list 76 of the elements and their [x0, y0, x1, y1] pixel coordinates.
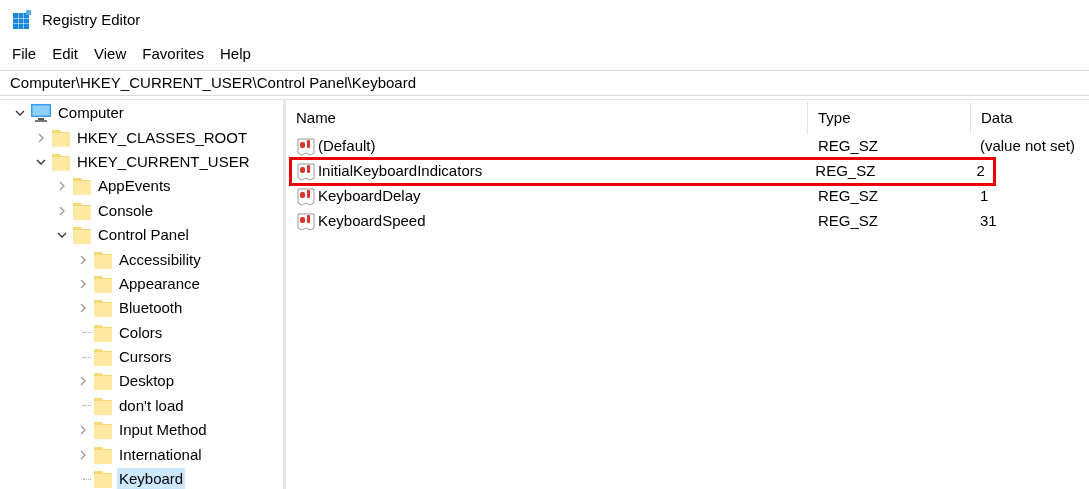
tree-item[interactable]: HKEY_CURRENT_USER	[75, 150, 252, 173]
folder-icon	[72, 225, 92, 246]
value-data: 1	[978, 186, 990, 207]
string-value-icon	[296, 137, 315, 156]
value-name: InitialKeyboardIndicators	[317, 161, 483, 182]
menu-item[interactable]: Favorites	[134, 42, 212, 66]
tree-item[interactable]: Input Method	[117, 419, 209, 442]
value-data: 2	[975, 161, 986, 182]
chevron-right-icon[interactable]	[36, 132, 46, 143]
tree-connector	[83, 332, 91, 334]
highlight-box[interactable]: InitialKeyboardIndicators REG_SZ 2	[290, 159, 994, 184]
value-type: REG_SZ	[816, 136, 879, 157]
folder-icon	[72, 200, 92, 221]
value-data: 31	[978, 211, 998, 232]
value-name: (Default)	[317, 136, 376, 157]
tree-item[interactable]: don't load	[117, 394, 186, 417]
tree-item[interactable]: Control Panel	[96, 224, 191, 247]
tree-item[interactable]: Accessibility	[117, 248, 203, 271]
value-type: REG_SZ	[816, 186, 879, 207]
tree-item[interactable]: Bluetooth	[117, 297, 185, 320]
value-type: REG_SZ	[816, 211, 879, 232]
column-header[interactable]: Type	[807, 102, 971, 134]
value-name: KeyboardSpeed	[317, 211, 426, 232]
menu-item[interactable]: File	[4, 42, 45, 66]
column-header[interactable]: Data	[970, 102, 1089, 134]
tree-connector	[83, 405, 91, 407]
folder-icon	[93, 322, 113, 343]
menu-item[interactable]: Help	[211, 42, 259, 66]
tree-item[interactable]: Console	[96, 199, 156, 222]
value-type: REG_SZ	[814, 161, 877, 182]
chevron-right-icon[interactable]	[78, 278, 88, 289]
chevron-right-icon[interactable]	[57, 181, 67, 192]
folder-icon	[93, 371, 113, 392]
string-value-icon	[296, 212, 315, 231]
tree-item[interactable]: HKEY_CLASSES_ROOT	[75, 126, 250, 149]
chevron-right-icon[interactable]	[78, 449, 88, 460]
value-name: KeyboardDelay	[317, 186, 421, 207]
folder-icon	[93, 298, 113, 319]
tree-item[interactable]: Desktop	[117, 370, 177, 393]
value-row[interactable]: (Default) REG_SZ (value not set)	[290, 134, 1084, 159]
menu-item[interactable]: View	[86, 42, 135, 66]
tree-connector	[83, 356, 91, 358]
value-data: (value not set)	[978, 136, 1076, 157]
tree-item[interactable]: Colors	[117, 321, 165, 344]
tree-item[interactable]: AppEvents	[96, 175, 173, 198]
chevron-right-icon[interactable]	[57, 205, 67, 216]
folder-icon	[51, 127, 71, 148]
app-icon	[12, 10, 32, 30]
menu-item[interactable]: Edit	[44, 42, 87, 66]
value-row[interactable]: KeyboardDelay REG_SZ 1	[290, 184, 1084, 209]
tree-item[interactable]: Computer	[56, 102, 126, 125]
folder-icon	[93, 469, 113, 489]
tree-item[interactable]: Keyboard	[117, 468, 186, 489]
tree-item[interactable]: Appearance	[117, 272, 202, 295]
folder-icon	[93, 249, 113, 270]
folder-icon	[51, 151, 71, 172]
column-header[interactable]: Name	[285, 102, 808, 134]
folder-icon	[93, 273, 113, 294]
chevron-right-icon[interactable]	[78, 254, 88, 265]
chevron-right-icon[interactable]	[78, 425, 88, 436]
folder-icon	[93, 444, 113, 465]
folder-icon	[93, 347, 113, 368]
folder-icon	[93, 395, 113, 416]
folder-icon	[72, 176, 92, 197]
value-row[interactable]: KeyboardSpeed REG_SZ 31	[290, 209, 1084, 234]
tree-item[interactable]: International	[117, 443, 204, 466]
computer-icon	[30, 103, 52, 124]
chevron-right-icon[interactable]	[78, 303, 88, 314]
folder-icon	[93, 420, 113, 441]
string-value-icon	[296, 162, 315, 181]
address-bar[interactable]: Computer\HKEY_CURRENT_USER\Control Panel\Keyboard	[0, 70, 1089, 96]
chevron-right-icon[interactable]	[78, 376, 88, 387]
tree-connector	[83, 478, 91, 480]
tree-item[interactable]: Cursors	[117, 346, 174, 369]
string-value-icon	[296, 187, 315, 206]
window-title: Registry Editor	[42, 9, 141, 30]
